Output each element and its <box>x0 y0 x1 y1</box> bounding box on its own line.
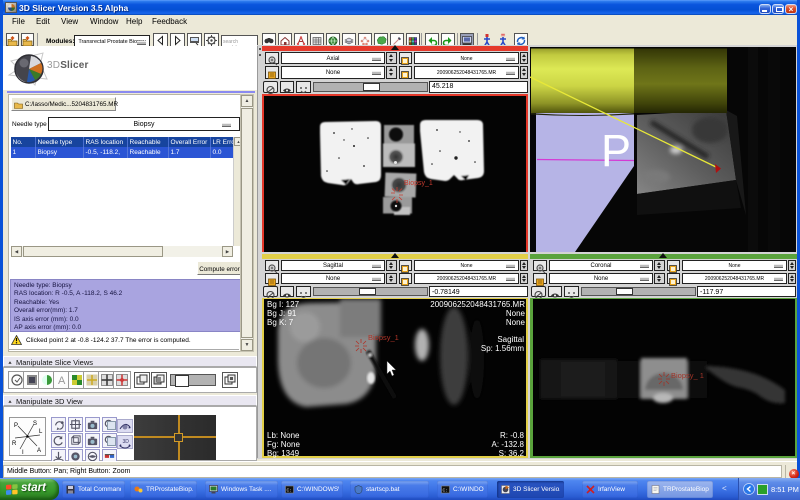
svg-text:C:: C: <box>287 487 292 493</box>
svg-text:C:: C: <box>443 487 448 493</box>
svg-text:A: A <box>37 448 41 454</box>
svg-text:S: S <box>33 421 37 427</box>
svg-text:R: R <box>12 441 17 447</box>
svg-text:Biopsy_ 1: Biopsy_ 1 <box>671 371 704 380</box>
svg-text:3D: 3D <box>123 439 130 445</box>
svg-text:Biopsy_1: Biopsy_1 <box>404 180 433 187</box>
svg-text:I: I <box>22 450 24 455</box>
svg-text:P: P <box>601 125 631 176</box>
svg-text:A: A <box>58 375 66 387</box>
svg-text:P: P <box>14 423 18 429</box>
svg-text:L: L <box>39 429 43 435</box>
svg-text:Biopsy_1: Biopsy_1 <box>368 333 399 342</box>
